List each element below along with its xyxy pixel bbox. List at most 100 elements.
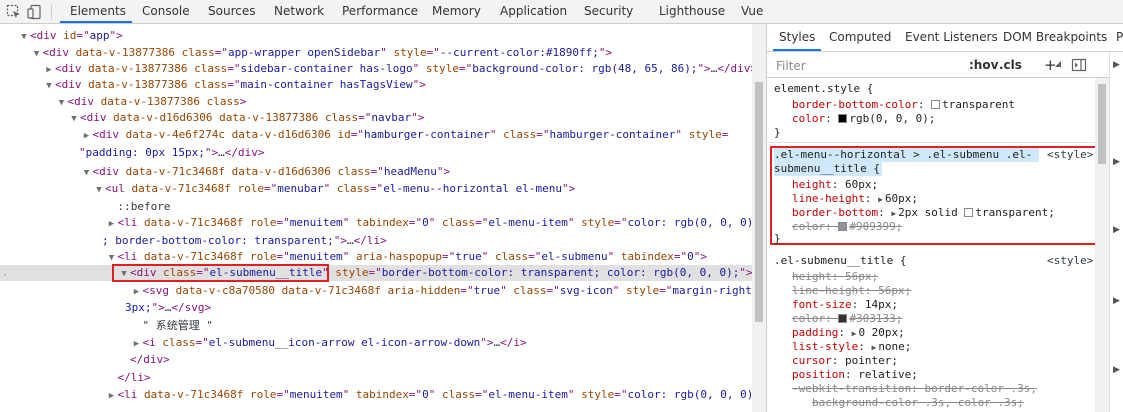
css-declaration[interactable]: height: 56px; [792,270,878,283]
dom-node[interactable]: ▼ <div data-v-13877386 class="app-wrapper… [0,45,752,61]
css-declaration[interactable]: color: #303133; [792,312,902,325]
device-toolbar-icon[interactable] [27,4,43,20]
collapse-arrow-icon[interactable]: ▼ [93,182,105,198]
rule-selector[interactable]: submenu__title { [774,162,880,175]
rule-selector[interactable]: element.style { [774,82,873,95]
collapse-arrow-icon[interactable]: ▼ [106,250,118,266]
expand-arrow-icon[interactable]: ▶ [81,128,93,144]
elements-tree[interactable]: ▼ <div id="app"> ▼ <div data-v-13877386 cla… [0,24,752,412]
hov-button[interactable]: :hov [969,57,998,73]
color-swatch-icon[interactable] [964,208,974,217]
css-declaration[interactable]: padding: ▶ 0 20px; [792,326,905,339]
tab-elements[interactable]: Elements [70,0,126,23]
css-declaration[interactable]: border-bottom: ▶ 2px solid transparent; [792,206,1055,219]
expand-arrow-icon[interactable]: ▶ [43,62,55,78]
dom-node[interactable]: ▶ <li data-v-71c3468f role="menuitem" tab… [0,387,752,403]
dom-node[interactable]: ▼ <div data-v-13877386 class> [0,94,752,110]
collapse-arrow-icon[interactable]: ▼ [56,95,68,111]
tab-application[interactable]: Application [500,0,567,23]
css-declaration[interactable]: position: relative; [792,368,918,381]
filter-input[interactable] [774,56,958,76]
css-declaration[interactable]: -webkit-transition: border-color .3s, [792,382,1037,395]
expand-arrow-icon[interactable]: ▶ [131,336,143,352]
color-swatch-icon[interactable] [838,222,848,231]
dom-node[interactable]: ▶ <svg data-v-c8a70580 data-v-71c3468f ar… [0,283,752,299]
css-declaration[interactable]: height: 60px; [792,178,878,191]
elements-scrollbar[interactable] [752,24,766,412]
color-swatch-icon[interactable] [838,114,848,123]
dom-node[interactable]: ▼ <div data-v-71c3468f data-v-d16d6306 cl… [0,164,752,180]
inspect-element-icon[interactable] [6,4,22,20]
color-swatch-icon[interactable] [931,100,941,109]
tab-memory[interactable]: Memory [432,0,481,23]
expand-arrow-icon[interactable]: ▶ [1113,225,1120,235]
expand-arrow-icon[interactable]: ▶ [1113,60,1120,70]
dom-token: aria-haspopup [355,250,443,263]
styles-scrollbar-thumb[interactable] [1098,84,1106,164]
collapse-arrow-icon[interactable]: ▼ [18,29,30,45]
dom-node[interactable]: ▼ <ul data-v-71c3468f role="menubar" clas… [0,181,752,197]
dom-node[interactable]: </div> [0,352,752,368]
expand-shorthand-icon[interactable]: ▶ [878,195,883,204]
css-declaration[interactable]: font-size: 14px; [792,298,898,311]
expand-shorthand-icon[interactable]: ▶ [891,209,896,218]
dom-node[interactable]: ▶ <i class="el-submenu__icon-arrow el-ico… [0,335,752,351]
expand-arrow-icon[interactable]: ▶ [131,284,143,300]
dom-node-selected[interactable]: ▼ <div class="el-submenu__title" style="b… [0,265,752,281]
dom-node[interactable]: 3px;">…</svg> [0,300,752,316]
css-declaration[interactable]: border-bottom-color: transparent [792,98,1015,111]
css-declaration[interactable]: list-style: ▶ none; [792,340,911,353]
color-swatch-icon[interactable] [838,314,848,323]
css-declaration[interactable]: color: #909399; [792,220,902,233]
tab-lighthouse[interactable]: Lighthouse [659,0,725,23]
tab-security[interactable]: Security [584,0,633,23]
dom-node[interactable]: " 系统管理 " [0,318,752,334]
expand-shorthand-icon[interactable]: ▶ [852,329,857,338]
dom-node[interactable]: "padding: 0px 15px;">…</div> [0,145,752,161]
rule-selector[interactable]: .el-submenu__title { [774,254,906,267]
css-declaration[interactable]: color: rgb(0, 0, 0); [792,112,935,125]
sidebar-tab-dom-breakpoints[interactable]: DOM Breakpoints [1003,24,1107,51]
collapse-arrow-icon[interactable]: ▼ [81,165,93,181]
dom-node[interactable]: ▶ <div data-v-4e6f274c data-v-d16d6306 id… [0,127,752,143]
tab-sources[interactable]: Sources [208,0,255,23]
dom-node[interactable]: ▼ <li data-v-71c3468f role="menuitem" ari… [0,249,752,265]
dom-node[interactable]: ::before [0,199,752,215]
dom-node[interactable]: ▶ <li data-v-71c3468f role="menuitem" tab… [0,215,752,231]
cls-button[interactable]: .cls [999,57,1022,73]
tab-vue[interactable]: Vue [741,0,763,23]
sidebar-tab-event-listeners[interactable]: Event Listeners [905,24,998,51]
dom-token: " [428,388,443,401]
sidebar-tab-computed[interactable]: Computed [829,24,891,51]
dom-node[interactable]: ▼ <div id="app"> [0,28,752,44]
style-rule-line: cursor: pointer; [792,354,898,368]
collapse-arrow-icon[interactable]: ▼ [118,266,130,282]
sidebar-tab-styles[interactable]: Styles [779,24,815,51]
css-declaration[interactable]: cursor: pointer; [792,354,898,367]
dom-node[interactable]: ▼ <div data-v-13877386 class="main-contai… [0,77,752,93]
expand-arrow-icon[interactable]: ▶ [1113,296,1120,306]
dom-node[interactable]: ▼ <div data-v-d16d6306 data-v-13877386 cl… [0,110,752,126]
expand-shorthand-icon[interactable]: ▶ [871,343,876,352]
css-declaration[interactable]: line-height: ▶ 60px; [792,192,918,205]
collapse-arrow-icon[interactable]: ▼ [43,78,55,94]
tab-console[interactable]: Console [142,0,190,23]
rule-selector[interactable]: .el-menu--horizontal > .el-submenu .el- [774,148,1032,161]
css-declaration[interactable]: background-color .3s, color .3s; [812,396,1024,409]
elements-scrollbar-thumb[interactable] [755,82,763,322]
dom-node[interactable]: </li> [0,370,752,386]
expand-arrow-icon[interactable]: ▶ [1113,365,1120,375]
styles-scrollbar[interactable] [1095,78,1109,412]
expand-arrow-icon[interactable]: ▶ [106,216,118,232]
toggle-sidebar-icon[interactable] [1071,57,1087,73]
dom-node[interactable]: ▶ <div data-v-13877386 class="sidebar-con… [0,61,752,77]
dom-node[interactable]: ; border-bottom-color: transparent;">…</… [0,233,752,249]
css-declaration[interactable]: line-height: 56px; [792,284,911,297]
sidebar-tab-p[interactable]: P [1116,24,1123,51]
collapse-arrow-icon[interactable]: ▼ [31,46,43,62]
tab-network[interactable]: Network [274,0,324,23]
collapse-arrow-icon[interactable]: ▼ [68,111,80,127]
expand-arrow-icon[interactable]: ▶ [1113,157,1120,167]
tab-performance[interactable]: Performance [342,0,418,23]
expand-arrow-icon[interactable]: ▶ [106,388,118,404]
